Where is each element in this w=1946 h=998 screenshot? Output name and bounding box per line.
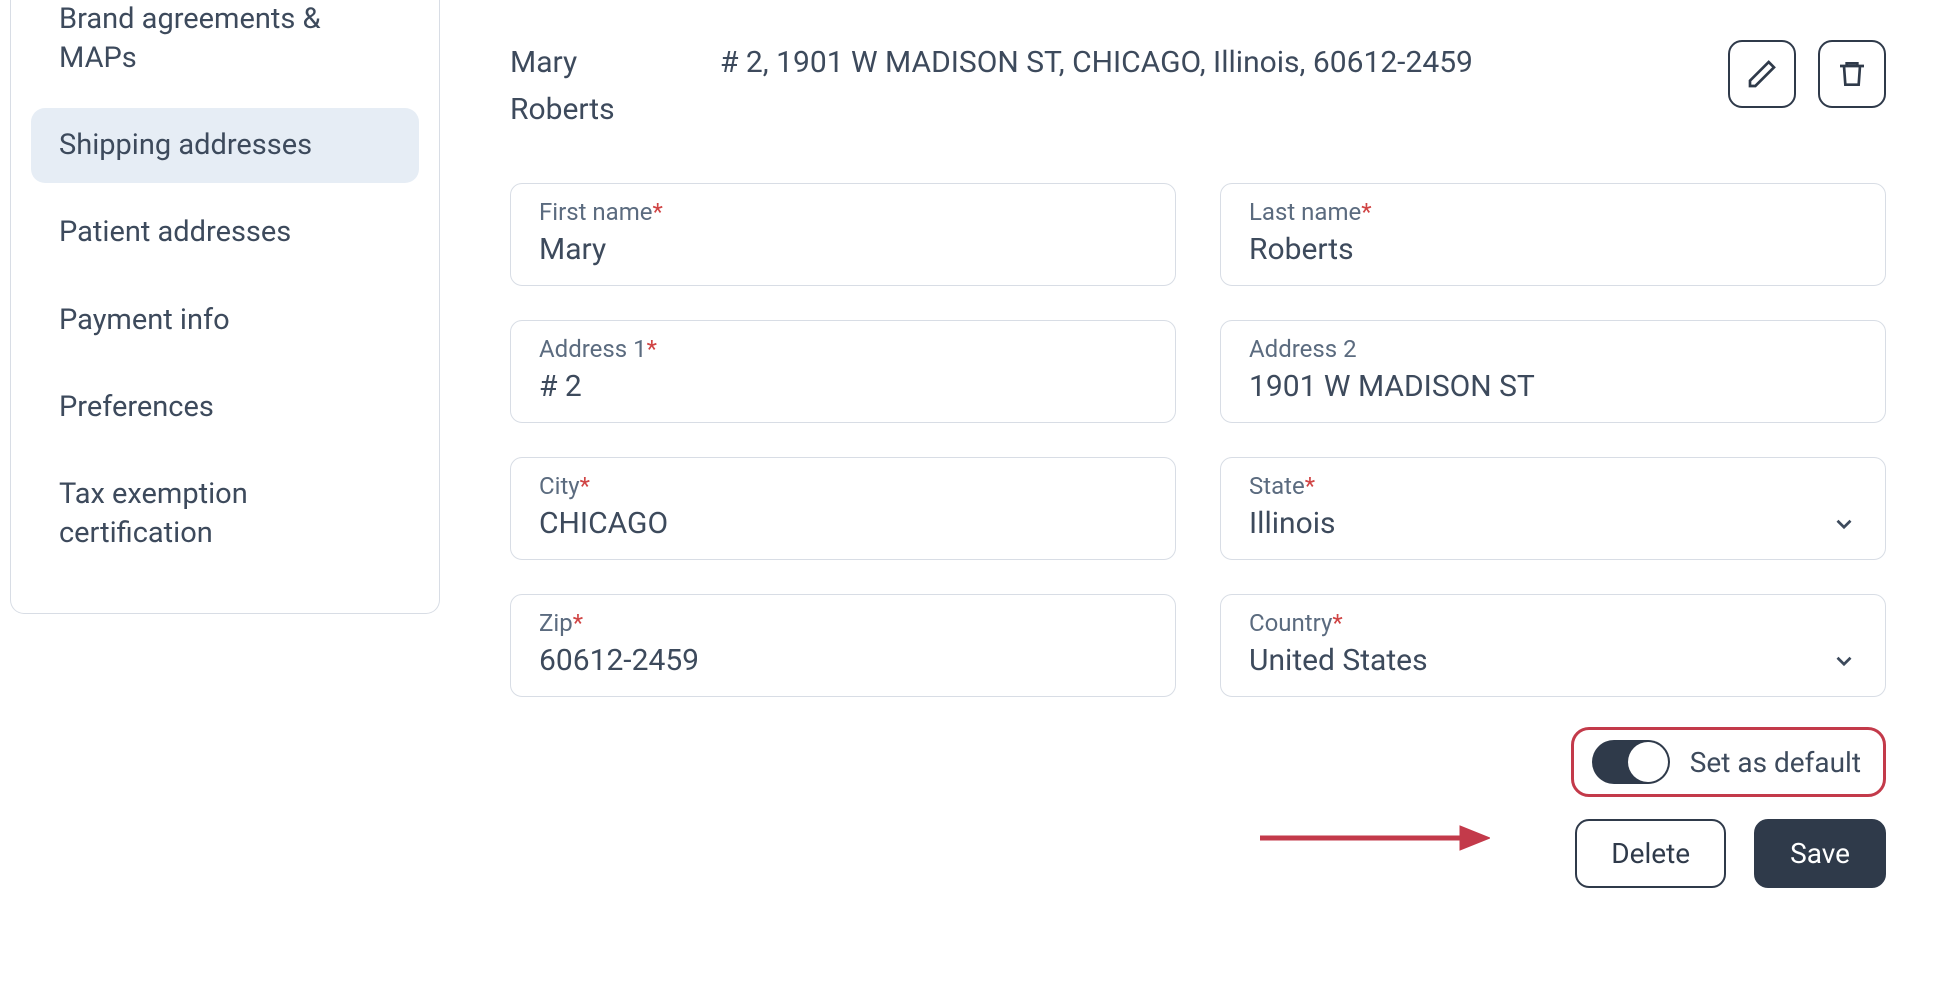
trash-icon	[1836, 58, 1868, 90]
sidebar-item-label: Preferences	[59, 390, 214, 424]
summary-actions	[1728, 40, 1886, 108]
required-asterisk: *	[1332, 609, 1342, 637]
pencil-icon	[1746, 58, 1778, 90]
required-asterisk: *	[1305, 472, 1315, 500]
sidebar-item-shipping-addresses[interactable]: Shipping addresses	[31, 108, 419, 183]
country-select[interactable]	[1249, 643, 1857, 678]
default-toggle-label: Set as default	[1690, 746, 1861, 779]
sidebar-item-payment-info[interactable]: Payment info	[31, 283, 419, 358]
sidebar-card: Brand agreements & MAPs Shipping address…	[10, 0, 440, 614]
default-toggle-highlight: Set as default	[1571, 727, 1886, 797]
address2-input[interactable]	[1249, 369, 1857, 404]
address1-input[interactable]	[539, 369, 1147, 404]
required-asterisk: *	[1361, 198, 1371, 226]
save-button-label: Save	[1790, 837, 1850, 870]
country-field[interactable]: Country*	[1220, 594, 1886, 697]
sidebar-item-label: Brand agreements & MAPs	[59, 2, 321, 75]
required-asterisk: *	[653, 198, 663, 226]
default-toggle[interactable]	[1592, 740, 1670, 784]
summary-name: Mary Roberts	[510, 40, 680, 133]
zip-label: Zip*	[539, 609, 1147, 637]
summary-address: # 2, 1901 W MADISON ST, CHICAGO, Illinoi…	[720, 40, 1500, 87]
app-root: Brand agreements & MAPs Shipping address…	[0, 0, 1946, 998]
annotation-arrow	[1260, 818, 1490, 858]
state-field[interactable]: State*	[1220, 457, 1886, 560]
delete-button[interactable]: Delete	[1575, 819, 1726, 888]
zip-field[interactable]: Zip*	[510, 594, 1176, 697]
chevron-down-icon	[1831, 511, 1857, 537]
sidebar-item-label: Patient addresses	[59, 215, 291, 249]
city-label: City*	[539, 472, 1147, 500]
required-asterisk: *	[573, 609, 583, 637]
required-asterisk: *	[580, 472, 590, 500]
sidebar-item-label: Tax exemption certification	[59, 477, 248, 550]
address2-field[interactable]: Address 2	[1220, 320, 1886, 423]
last-name-input[interactable]	[1249, 232, 1857, 267]
last-name-label: Last name*	[1249, 198, 1857, 226]
save-button[interactable]: Save	[1754, 819, 1886, 888]
sidebar-item-patient-addresses[interactable]: Patient addresses	[31, 195, 419, 270]
main-panel: Mary Roberts # 2, 1901 W MADISON ST, CHI…	[470, 0, 1946, 998]
country-value[interactable]	[1249, 643, 1821, 678]
sidebar-item-preferences[interactable]: Preferences	[31, 370, 419, 445]
delete-icon-button[interactable]	[1818, 40, 1886, 108]
city-field[interactable]: City*	[510, 457, 1176, 560]
address-form: First name* Last name* Address 1* Addres…	[510, 183, 1886, 697]
state-select[interactable]	[1249, 506, 1857, 541]
address-summary-row: Mary Roberts # 2, 1901 W MADISON ST, CHI…	[510, 40, 1886, 133]
sidebar-item-label: Shipping addresses	[59, 128, 312, 162]
delete-button-label: Delete	[1611, 837, 1690, 870]
country-label: Country*	[1249, 609, 1857, 637]
form-actions: Delete Save	[510, 819, 1886, 888]
first-name-input[interactable]	[539, 232, 1147, 267]
address1-label: Address 1*	[539, 335, 1147, 363]
city-input[interactable]	[539, 506, 1147, 541]
zip-input[interactable]	[539, 643, 1147, 678]
chevron-down-icon	[1831, 648, 1857, 674]
sidebar-item-label: Payment info	[59, 303, 230, 337]
toggle-knob	[1628, 742, 1668, 782]
default-toggle-row: Set as default	[510, 727, 1886, 797]
last-name-field[interactable]: Last name*	[1220, 183, 1886, 286]
address2-label: Address 2	[1249, 335, 1857, 363]
required-asterisk: *	[647, 335, 657, 363]
state-label: State*	[1249, 472, 1857, 500]
state-value[interactable]	[1249, 506, 1821, 541]
edit-button[interactable]	[1728, 40, 1796, 108]
address1-field[interactable]: Address 1*	[510, 320, 1176, 423]
first-name-label: First name*	[539, 198, 1147, 226]
sidebar-item-tax-exemption[interactable]: Tax exemption certification	[31, 457, 419, 571]
sidebar: Brand agreements & MAPs Shipping address…	[0, 0, 470, 998]
first-name-field[interactable]: First name*	[510, 183, 1176, 286]
sidebar-item-brand-agreements[interactable]: Brand agreements & MAPs	[31, 0, 419, 96]
